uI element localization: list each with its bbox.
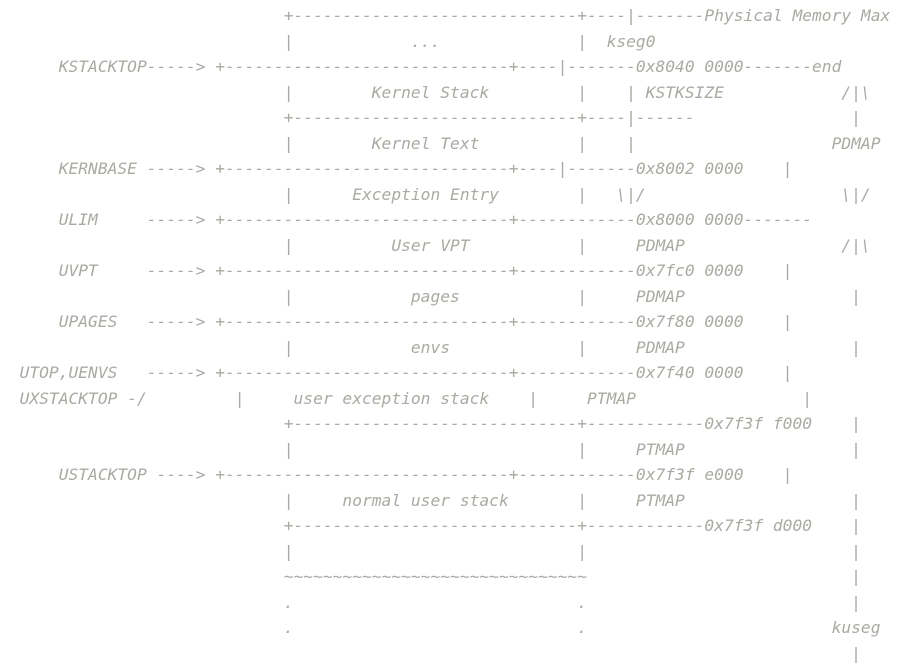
diagram-line: KSTACKTOP-----> +-----------------------…: [0, 54, 841, 80]
diagram-line: | | |: [0, 539, 861, 565]
diagram-line: UXSTACKTOP -/ | user exception stack | P…: [0, 386, 812, 412]
diagram-line: . . kuseg: [0, 615, 881, 641]
diagram-line: | envs | PDMAP |: [0, 335, 861, 361]
diagram-line: KERNBASE -----> +-----------------------…: [0, 156, 792, 182]
diagram-line: ULIM -----> +---------------------------…: [0, 207, 812, 233]
memory-layout-diagram: +-----------------------------+----|----…: [0, 0, 904, 658]
diagram-line: UVPT -----> +---------------------------…: [0, 258, 792, 284]
diagram-line: . . |: [0, 590, 861, 616]
diagram-line: | Exception Entry | \|/ \|/: [0, 182, 871, 208]
diagram-line: | Kernel Stack | | KSTKSIZE /|\: [0, 80, 871, 106]
diagram-line: | Kernel Text | | PDMAP: [0, 131, 881, 157]
diagram-line: +-----------------------------+---------…: [0, 513, 861, 539]
diagram-line: | | PTMAP |: [0, 437, 861, 463]
diagram-line: +-----------------------------+----|----…: [0, 3, 890, 29]
diagram-line: | User VPT | PDMAP /|\: [0, 233, 871, 259]
diagram-line: USTACKTOP ----> +-----------------------…: [0, 462, 792, 488]
diagram-line: ~~~~~~~~~~~~~~~~~~~~~~~~~~~~~~~ |: [0, 564, 861, 590]
diagram-line: +-----------------------------+---------…: [0, 411, 861, 437]
diagram-line: | ... | kseg0: [0, 29, 655, 55]
diagram-line: UPAGES -----> +-------------------------…: [0, 309, 792, 335]
diagram-line: UTOP,UENVS -----> +---------------------…: [0, 360, 792, 386]
diagram-line: | normal user stack | PTMAP |: [0, 488, 861, 514]
diagram-line: +-----------------------------+----|----…: [0, 105, 861, 131]
diagram-line: | pages | PDMAP |: [0, 284, 861, 310]
diagram-line: |: [0, 641, 861, 666]
